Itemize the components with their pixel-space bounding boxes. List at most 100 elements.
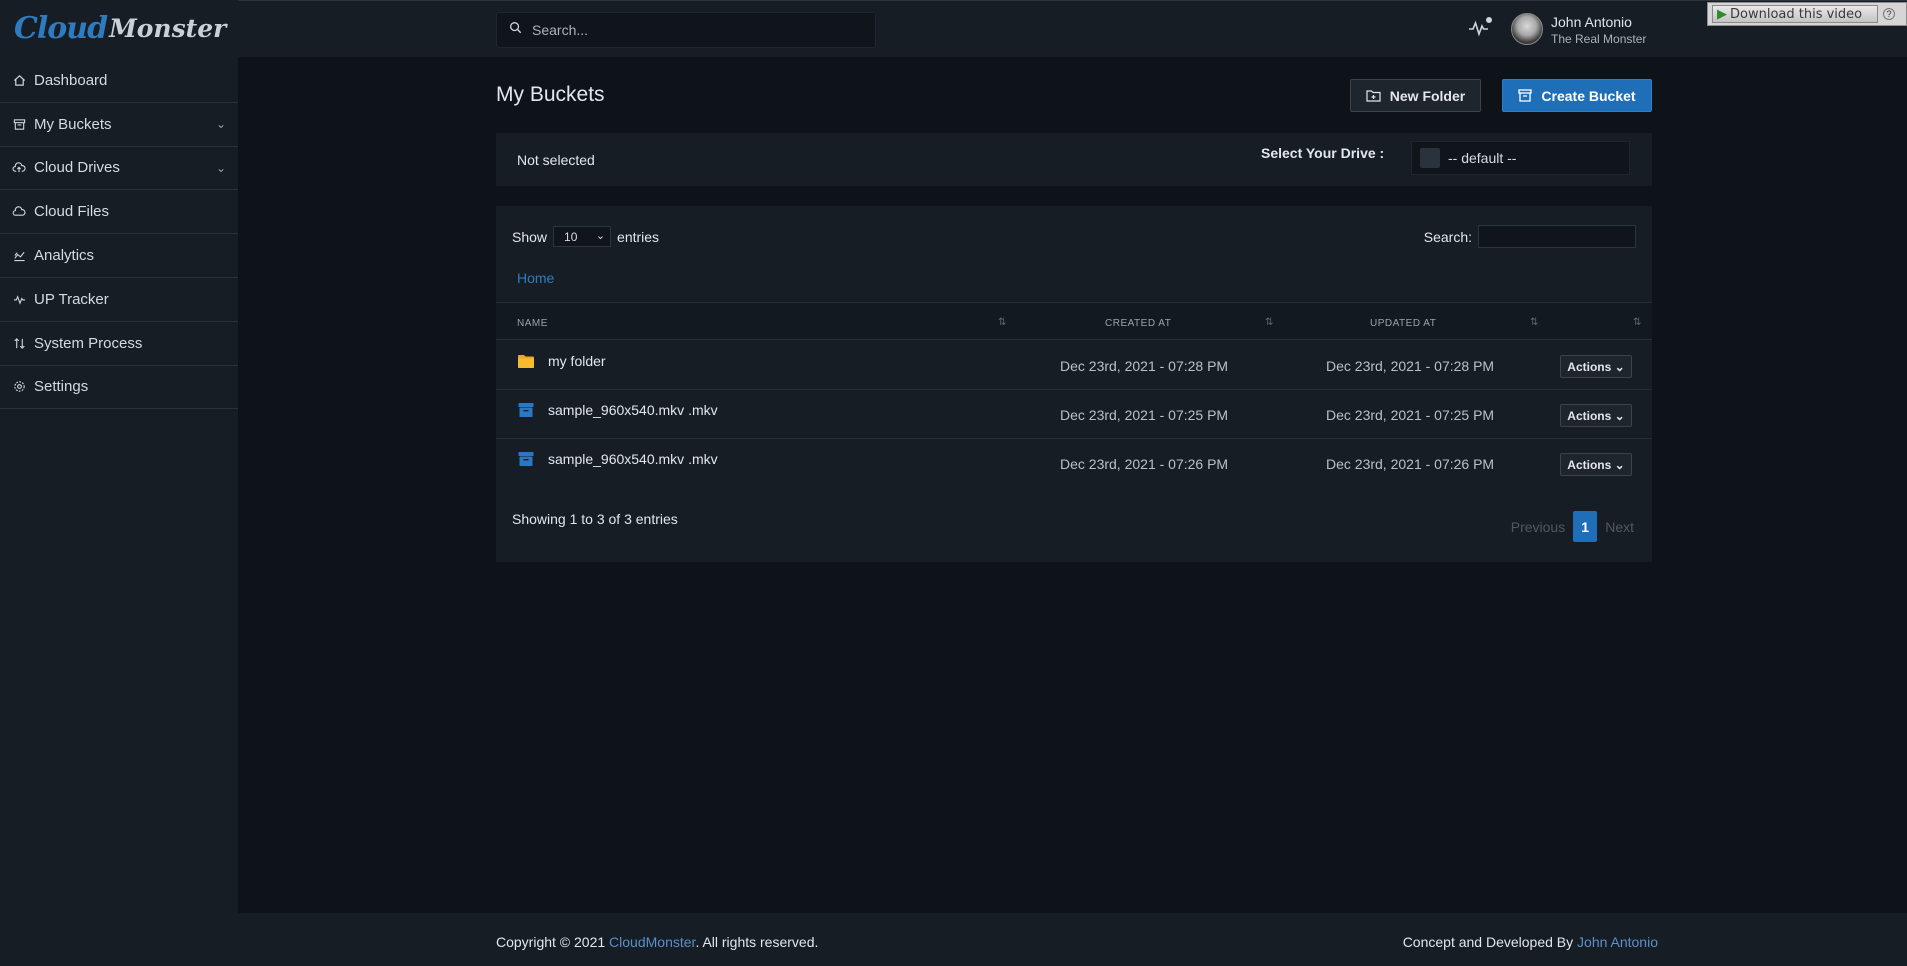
pagination-previous[interactable]: Previous bbox=[1511, 519, 1565, 535]
home-icon bbox=[12, 73, 26, 87]
row-created: Dec 23rd, 2021 - 07:28 PM bbox=[1060, 358, 1229, 374]
new-folder-label: New Folder bbox=[1389, 87, 1466, 104]
sidebar-item-up-tracker[interactable]: UP Tracker bbox=[0, 278, 238, 322]
sidebar-item-system-process[interactable]: System Process bbox=[0, 322, 238, 366]
pagination-next[interactable]: Next bbox=[1605, 519, 1634, 535]
sidebar-item-label: Settings bbox=[34, 378, 89, 396]
copyright-prefix: Copyright © 2021 bbox=[496, 934, 610, 950]
help-icon[interactable]: ? bbox=[1883, 8, 1895, 20]
table-search-input[interactable] bbox=[1478, 225, 1636, 248]
drive-selection-card: Not selected Select Your Drive : -- defa… bbox=[496, 133, 1652, 186]
sidebar: Cloud Monster Dashboard My Buckets ⌄ Clo… bbox=[0, 0, 238, 966]
row-name[interactable]: sample_960x540.mkv .mkv bbox=[517, 451, 718, 467]
analytics-icon bbox=[12, 249, 26, 263]
logo-cloud-text: Cloud bbox=[14, 11, 108, 46]
page-length-control: Show 10 ⌄ entries bbox=[512, 226, 659, 247]
actions-dropdown-button[interactable]: Actions ⌄ bbox=[1560, 453, 1632, 476]
page-title: My Buckets bbox=[496, 83, 605, 106]
sidebar-item-label: UP Tracker bbox=[34, 290, 109, 308]
drive-select[interactable]: -- default -- bbox=[1411, 141, 1630, 175]
table-info: Showing 1 to 3 of 3 entries bbox=[512, 511, 678, 527]
bucket-file-icon bbox=[518, 452, 534, 466]
play-icon: ▶ bbox=[1717, 6, 1727, 22]
table-row[interactable]: my folder Dec 23rd, 2021 - 07:28 PM Dec … bbox=[496, 341, 1652, 390]
download-video-button[interactable]: ▶ Download this video bbox=[1712, 5, 1878, 23]
brand-link[interactable]: CloudMonster bbox=[609, 934, 695, 950]
topbar: John Antonio The Real Monster ▶ Download… bbox=[238, 0, 1907, 57]
table-row[interactable]: sample_960x540.mkv .mkv Dec 23rd, 2021 -… bbox=[496, 439, 1652, 488]
folder-icon bbox=[518, 355, 534, 368]
cloud-icon bbox=[12, 205, 26, 219]
sort-icon[interactable]: ⇅ bbox=[1265, 317, 1274, 328]
folder-plus-icon bbox=[1366, 90, 1381, 102]
pagination: Previous 1 Next bbox=[1511, 511, 1634, 542]
buckets-table-card: Show 10 ⌄ entries Search: Home NAME ⇅ CR… bbox=[496, 206, 1652, 562]
column-created-header[interactable]: CREATED AT bbox=[1105, 318, 1171, 329]
sidebar-item-cloud-drives[interactable]: Cloud Drives ⌄ bbox=[0, 147, 238, 191]
sidebar-item-cloud-files[interactable]: Cloud Files bbox=[0, 190, 238, 235]
author-link[interactable]: John Antonio bbox=[1577, 934, 1658, 950]
drive-select-value: -- default -- bbox=[1448, 150, 1517, 166]
table-row[interactable]: sample_960x540.mkv .mkv Dec 23rd, 2021 -… bbox=[496, 390, 1652, 439]
new-folder-button[interactable]: New Folder bbox=[1350, 79, 1481, 112]
notification-dot bbox=[1486, 17, 1492, 23]
sidebar-item-label: Cloud Files bbox=[34, 203, 110, 221]
bucket-icon bbox=[1518, 89, 1533, 102]
breadcrumb-home[interactable]: Home bbox=[517, 270, 554, 286]
download-video-label: Download this video bbox=[1730, 6, 1863, 22]
column-name-header[interactable]: NAME bbox=[517, 318, 548, 329]
bucket-icon bbox=[12, 117, 26, 131]
footer-credit: Concept and Developed By John Antonio bbox=[1403, 934, 1658, 950]
create-bucket-label: Create Bucket bbox=[1541, 87, 1636, 104]
sidebar-item-label: Dashboard bbox=[34, 71, 108, 89]
drive-swatch bbox=[1420, 148, 1440, 168]
sidebar-item-settings[interactable]: Settings bbox=[0, 366, 238, 410]
actions-dropdown-button[interactable]: Actions ⌄ bbox=[1560, 355, 1632, 378]
user-name[interactable]: John Antonio bbox=[1551, 14, 1632, 30]
bucket-file-icon bbox=[518, 403, 534, 417]
logo[interactable]: Cloud Monster bbox=[0, 0, 238, 57]
sort-arrows-icon bbox=[12, 336, 26, 350]
activity-pulse-icon[interactable] bbox=[1468, 17, 1492, 40]
table-search-label: Search: bbox=[1423, 228, 1472, 245]
selection-status: Not selected bbox=[517, 152, 595, 168]
sidebar-item-label: My Buckets bbox=[34, 115, 112, 133]
pagination-page-1[interactable]: 1 bbox=[1573, 511, 1598, 542]
row-created: Dec 23rd, 2021 - 07:26 PM bbox=[1060, 456, 1229, 472]
row-updated: Dec 23rd, 2021 - 07:26 PM bbox=[1326, 456, 1495, 472]
column-updated-header[interactable]: UPDATED AT bbox=[1370, 318, 1436, 329]
global-search[interactable] bbox=[496, 12, 876, 48]
sort-icon[interactable]: ⇅ bbox=[1530, 317, 1539, 328]
chevron-down-icon: ⌄ bbox=[215, 160, 226, 175]
download-video-widget: ▶ Download this video ? bbox=[1707, 2, 1907, 26]
gear-icon bbox=[12, 380, 26, 394]
create-bucket-button[interactable]: Create Bucket bbox=[1502, 79, 1652, 112]
sidebar-item-analytics[interactable]: Analytics bbox=[0, 234, 238, 278]
chevron-down-icon: ⌄ bbox=[215, 117, 226, 132]
entries-label: entries bbox=[617, 228, 660, 245]
search-icon bbox=[509, 21, 522, 39]
page-length-value: 10 bbox=[564, 229, 578, 244]
sort-icon[interactable]: ⇅ bbox=[998, 317, 1007, 328]
row-name[interactable]: sample_960x540.mkv .mkv bbox=[517, 402, 718, 418]
sidebar-item-label: System Process bbox=[34, 334, 143, 352]
sidebar-item-dashboard[interactable]: Dashboard bbox=[0, 59, 238, 103]
row-name[interactable]: my folder bbox=[517, 353, 606, 369]
sidebar-item-my-buckets[interactable]: My Buckets ⌄ bbox=[0, 103, 238, 147]
table-header: NAME ⇅ CREATED AT ⇅ UPDATED AT ⇅ ⇅ bbox=[496, 303, 1652, 340]
search-input[interactable] bbox=[532, 22, 852, 38]
pulse-icon bbox=[12, 292, 26, 306]
sidebar-item-label: Cloud Drives bbox=[34, 159, 120, 177]
user-subtitle: The Real Monster bbox=[1551, 32, 1647, 46]
cloud-upload-icon bbox=[12, 161, 26, 175]
show-label: Show bbox=[512, 228, 548, 245]
sort-icon[interactable]: ⇅ bbox=[1633, 317, 1642, 328]
row-name-text: my folder bbox=[548, 353, 606, 369]
page-length-select[interactable]: 10 ⌄ bbox=[553, 226, 612, 247]
footer: Copyright © 2021 CloudMonster. All right… bbox=[238, 913, 1907, 966]
sidebar-nav: Dashboard My Buckets ⌄ Cloud Drives ⌄ Cl… bbox=[0, 59, 238, 410]
actions-dropdown-button[interactable]: Actions ⌄ bbox=[1560, 404, 1632, 427]
avatar[interactable] bbox=[1511, 13, 1543, 45]
row-created: Dec 23rd, 2021 - 07:25 PM bbox=[1060, 407, 1229, 423]
credit-prefix: Concept and Developed By bbox=[1402, 934, 1578, 950]
